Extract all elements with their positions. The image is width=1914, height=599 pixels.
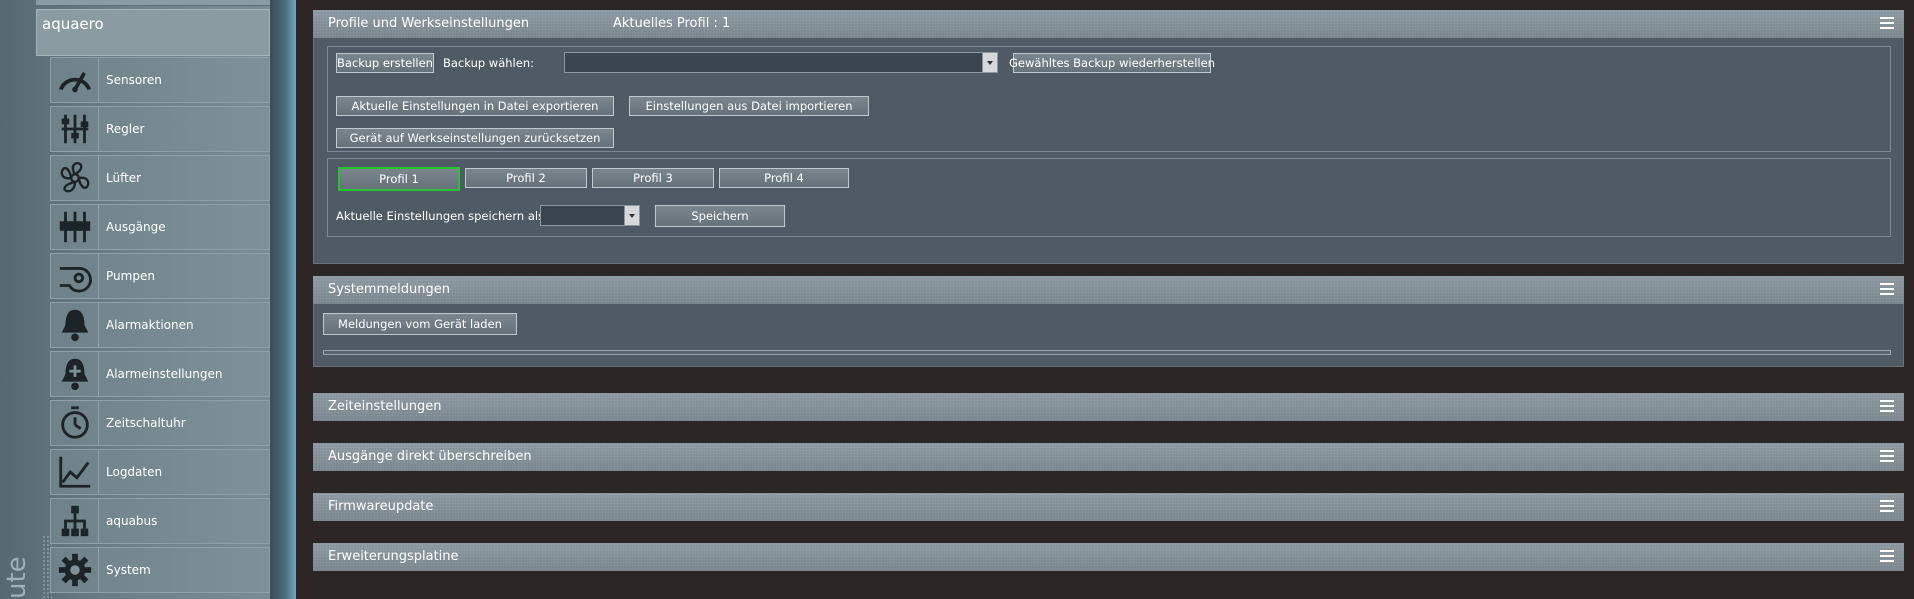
profile-2-button[interactable]: Profil 2 bbox=[465, 168, 587, 188]
sidebar-item-label: Alarmaktionen bbox=[106, 318, 194, 332]
panel-title: Profile und Werkseinstellungen bbox=[328, 16, 530, 31]
backup-group: Backup erstellen Backup wählen: Gewählte… bbox=[327, 46, 1891, 152]
profile-4-button[interactable]: Profil 4 bbox=[719, 168, 849, 188]
firmware-update-panel[interactable]: Firmwareupdate bbox=[313, 493, 1904, 521]
outputs-icon bbox=[51, 205, 99, 249]
hamburger-menu-icon[interactable] bbox=[1880, 17, 1894, 31]
export-settings-button[interactable]: Aktuelle Einstellungen in Datei exportie… bbox=[336, 96, 614, 116]
panel-title: Systemmeldungen bbox=[328, 282, 450, 297]
profiles-panel-header[interactable]: Profile und Werkseinstellungen Aktuelles… bbox=[313, 10, 1904, 38]
sidebar-item-alarmeinstellungen[interactable]: Alarmeinstellungen bbox=[50, 351, 270, 397]
pump-icon bbox=[51, 254, 99, 298]
sidebar-item-label: Regler bbox=[106, 122, 145, 136]
sidebar-item-label: System bbox=[106, 563, 151, 577]
profiles-panel: Profile und Werkseinstellungen Aktuelles… bbox=[313, 10, 1904, 264]
sidebar-item-aquabus[interactable]: aquabus bbox=[50, 498, 270, 544]
sidebar-item-label: Sensoren bbox=[106, 73, 162, 87]
hamburger-menu-icon[interactable] bbox=[1880, 450, 1894, 464]
sidebar-item-label: aquabus bbox=[106, 514, 158, 528]
network-tree-icon bbox=[51, 499, 99, 543]
sidebar: uter aquaero Sensoren Regler Lüfter Ausg… bbox=[0, 0, 296, 599]
factory-reset-button[interactable]: Gerät auf Werkseinstellungen zurücksetze… bbox=[336, 128, 614, 148]
panel-title: Ausgänge direkt überschreiben bbox=[328, 449, 532, 464]
sidebar-vertical-label: uter bbox=[2, 555, 32, 599]
panel-title: Erweiterungsplatine bbox=[328, 549, 459, 564]
sidebar-item-label: Alarmeinstellungen bbox=[106, 367, 223, 381]
outputs-override-panel-header[interactable]: Ausgänge direkt überschreiben bbox=[313, 443, 1904, 471]
save-as-select[interactable] bbox=[540, 205, 640, 226]
panel-title: Firmwareupdate bbox=[328, 499, 434, 514]
profile-group: Profil 1 Profil 2 Profil 3 Profil 4 Aktu… bbox=[327, 158, 1891, 237]
time-settings-panel[interactable]: Zeiteinstellungen bbox=[313, 393, 1904, 421]
outputs-override-panel[interactable]: Ausgänge direkt überschreiben bbox=[313, 443, 1904, 471]
hamburger-menu-icon[interactable] bbox=[1880, 400, 1894, 414]
timer-icon bbox=[51, 401, 99, 445]
hamburger-menu-icon[interactable] bbox=[1880, 500, 1894, 514]
sidebar-item-logdaten[interactable]: Logdaten bbox=[50, 449, 270, 495]
gear-icon bbox=[51, 548, 99, 592]
panel-title: Zeiteinstellungen bbox=[328, 399, 442, 414]
sidebar-item-system[interactable]: System bbox=[50, 547, 270, 593]
backup-select[interactable] bbox=[564, 52, 998, 73]
bell-icon bbox=[51, 303, 99, 347]
sidebar-item-zeitschaltuhr[interactable]: Zeitschaltuhr bbox=[50, 400, 270, 446]
sidebar-item-regler[interactable]: Regler bbox=[50, 106, 270, 152]
chevron-down-icon bbox=[982, 53, 997, 72]
profiles-panel-body: Backup erstellen Backup wählen: Gewählte… bbox=[313, 38, 1904, 264]
sidebar-item-label: Zeitschaltuhr bbox=[106, 416, 186, 430]
save-profile-button[interactable]: Speichern bbox=[655, 205, 785, 227]
backup-restore-button[interactable]: Gewähltes Backup wiederherstellen bbox=[1009, 53, 1215, 73]
gauge-icon bbox=[51, 58, 99, 102]
system-messages-panel-header[interactable]: Systemmeldungen bbox=[313, 276, 1904, 304]
device-list-top-item[interactable] bbox=[36, 0, 270, 6]
sidebar-item-label: Logdaten bbox=[106, 465, 163, 479]
device-name-header[interactable]: aquaero bbox=[36, 9, 270, 56]
load-messages-button[interactable]: Meldungen vom Gerät laden bbox=[323, 313, 517, 335]
sidebar-item-pumpen[interactable]: Pumpen bbox=[50, 253, 270, 299]
profile-3-button[interactable]: Profil 3 bbox=[592, 168, 714, 188]
import-settings-button[interactable]: Einstellungen aus Datei importieren bbox=[629, 96, 869, 116]
backup-create-button[interactable]: Backup erstellen bbox=[336, 53, 434, 73]
sliders-icon bbox=[51, 107, 99, 151]
sidebar-edge-divider bbox=[270, 0, 296, 599]
backup-select-label: Backup wählen: bbox=[443, 56, 534, 70]
bell-plus-icon bbox=[51, 352, 99, 396]
messages-progress-bar bbox=[323, 350, 1891, 355]
save-as-label: Aktuelle Einstellungen speichern als bbox=[336, 209, 545, 223]
sidebar-item-label: Ausgänge bbox=[106, 220, 166, 234]
sidebar-item-label: Lüfter bbox=[106, 171, 142, 185]
chevron-down-icon bbox=[624, 206, 639, 225]
system-messages-panel-body: Meldungen vom Gerät laden bbox=[313, 304, 1904, 367]
time-settings-panel-header[interactable]: Zeiteinstellungen bbox=[313, 393, 1904, 421]
fan-icon bbox=[51, 156, 99, 200]
chart-line-icon bbox=[51, 450, 99, 494]
sidebar-item-alarmaktionen[interactable]: Alarmaktionen bbox=[50, 302, 270, 348]
sidebar-item-sensoren[interactable]: Sensoren bbox=[50, 57, 270, 103]
system-messages-panel: Systemmeldungen Meldungen vom Gerät lade… bbox=[313, 276, 1904, 367]
sidebar-item-ausgaenge[interactable]: Ausgänge bbox=[50, 204, 270, 250]
expansion-board-panel[interactable]: Erweiterungsplatine bbox=[313, 543, 1904, 571]
sidebar-item-luefter[interactable]: Lüfter bbox=[50, 155, 270, 201]
hamburger-menu-icon[interactable] bbox=[1880, 283, 1894, 297]
profile-1-button[interactable]: Profil 1 bbox=[338, 167, 460, 191]
current-profile-label: Aktuelles Profil : 1 bbox=[613, 16, 731, 31]
hamburger-menu-icon[interactable] bbox=[1880, 550, 1894, 564]
sidebar-item-label: Pumpen bbox=[106, 269, 155, 283]
expansion-board-panel-header[interactable]: Erweiterungsplatine bbox=[313, 543, 1904, 571]
firmware-update-panel-header[interactable]: Firmwareupdate bbox=[313, 493, 1904, 521]
